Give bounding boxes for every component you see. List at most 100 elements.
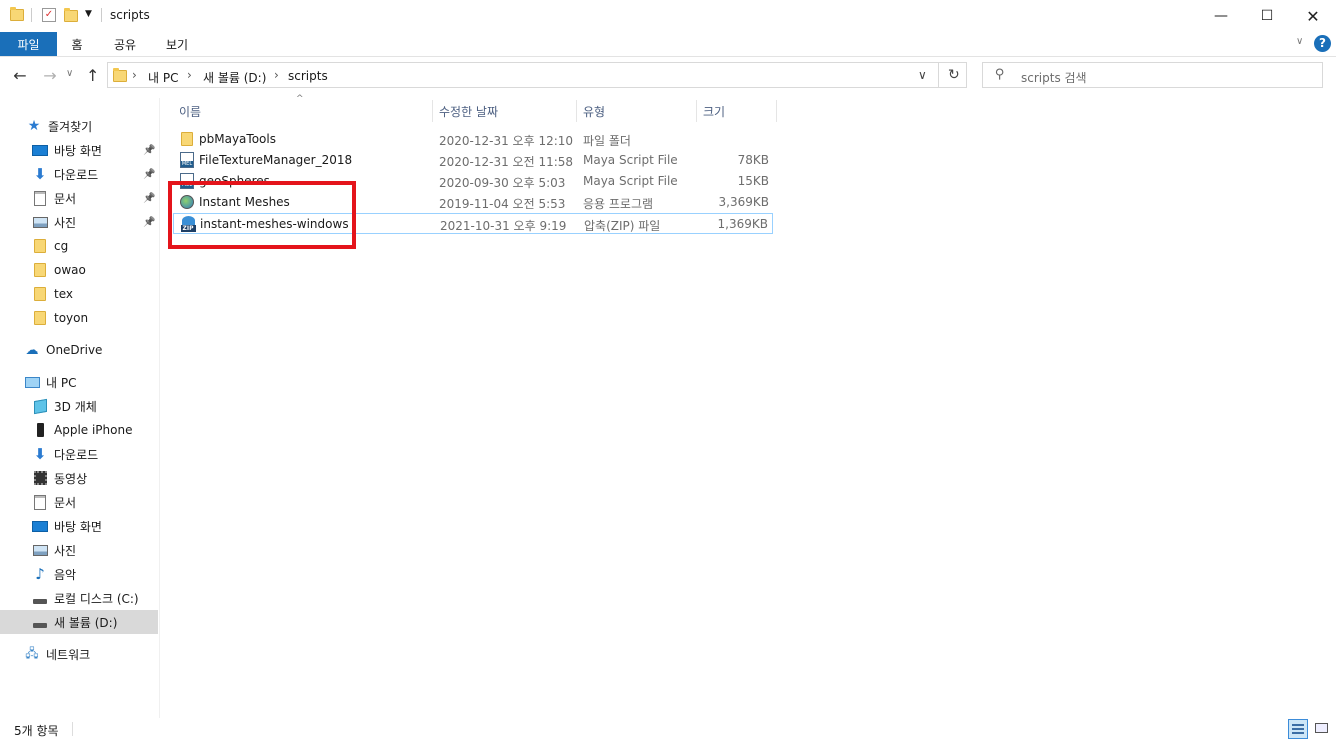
file-size: 3,369KB bbox=[718, 195, 769, 209]
sidebar-item-label: 사진 bbox=[54, 215, 77, 230]
pane-divider[interactable] bbox=[159, 98, 160, 718]
pin-icon[interactable]: 📌 bbox=[143, 145, 155, 156]
help-icon[interactable]: ? bbox=[1314, 35, 1331, 52]
refresh-icon[interactable]: ↻ bbox=[948, 67, 960, 83]
sidebar-item-pc[interactable]: 문서 bbox=[0, 490, 158, 514]
breadcrumb-this-pc[interactable]: 내 PC bbox=[148, 69, 178, 86]
sidebar-item-label: 문서 bbox=[54, 495, 77, 510]
sidebar-item-this-pc[interactable]: 내 PC bbox=[0, 370, 158, 394]
large-icons-view-button[interactable] bbox=[1312, 719, 1332, 739]
document-icon bbox=[32, 190, 48, 206]
search-icon: ⚲ bbox=[995, 67, 1005, 82]
sidebar-item-pc[interactable]: ♪ 음악 bbox=[0, 562, 158, 586]
sidebar-item-quick[interactable]: 바탕 화면 📌 bbox=[0, 138, 158, 162]
breadcrumb-scripts[interactable]: scripts bbox=[288, 69, 328, 83]
tab-home[interactable]: 홈 bbox=[60, 32, 94, 56]
computer-icon bbox=[24, 374, 40, 390]
sidebar-item-network[interactable]: 🖧 네트워크 bbox=[0, 642, 158, 666]
sidebar-item-label: 음악 bbox=[54, 567, 77, 582]
pin-icon[interactable]: 📌 bbox=[143, 217, 155, 228]
sidebar-item-quick[interactable]: owao bbox=[0, 258, 158, 282]
sidebar-item-label: owao bbox=[54, 263, 86, 277]
file-date: 2020-09-30 오후 5:03 bbox=[439, 176, 566, 190]
music-icon: ♪ bbox=[35, 565, 45, 583]
sidebar-item-quick[interactable]: tex bbox=[0, 282, 158, 306]
recent-locations-icon[interactable]: ∨ bbox=[66, 68, 73, 79]
close-button[interactable]: ✕ bbox=[1290, 0, 1336, 32]
sidebar-item-label: 다운로드 bbox=[54, 447, 99, 462]
cloud-icon: ☁ bbox=[25, 342, 39, 358]
sidebar-item-label: 새 볼륨 (D:) bbox=[54, 615, 118, 630]
column-header-type[interactable]: 유형 bbox=[577, 100, 697, 122]
up-button[interactable]: ↑ bbox=[86, 66, 99, 85]
sidebar-item-pc[interactable]: 사진 bbox=[0, 538, 158, 562]
separator bbox=[31, 8, 32, 22]
column-header-size[interactable]: 크기 bbox=[697, 100, 777, 122]
minimize-button[interactable]: — bbox=[1198, 0, 1244, 32]
sidebar-item-pc[interactable]: Apple iPhone bbox=[0, 418, 158, 442]
chevron-right-icon[interactable]: › bbox=[132, 68, 137, 82]
sidebar-item-pc[interactable]: ⬇ 다운로드 bbox=[0, 442, 158, 466]
sidebar-item-label: 문서 bbox=[54, 191, 77, 206]
file-row[interactable]: pbMayaTools 2020-12-31 오후 12:10 파일 폴더 bbox=[173, 129, 773, 150]
details-view-button[interactable] bbox=[1288, 719, 1308, 739]
sidebar-item-quick-access[interactable]: ★ 즐겨찾기 bbox=[0, 114, 158, 138]
sidebar-item-label: OneDrive bbox=[46, 343, 103, 357]
sidebar-item-quick[interactable]: cg bbox=[0, 234, 158, 258]
sidebar-item-pc[interactable]: 로컬 디스크 (C:) bbox=[0, 586, 158, 610]
sidebar-item-label: 다운로드 bbox=[54, 167, 99, 182]
tab-file[interactable]: 파일 bbox=[0, 32, 57, 56]
file-size: 15KB bbox=[737, 174, 769, 188]
separator bbox=[938, 63, 939, 87]
sidebar-item-onedrive[interactable]: ☁ OneDrive bbox=[0, 338, 158, 362]
sidebar-item-pc[interactable]: 새 볼륨 (D:) bbox=[0, 610, 158, 634]
sidebar-item-pc[interactable]: 동영상 bbox=[0, 466, 158, 490]
desktop-icon bbox=[32, 518, 48, 534]
new-folder-icon[interactable] bbox=[64, 8, 78, 22]
navigation-pane: ★ 즐겨찾기 바탕 화면 📌 ⬇ 다운로드 📌 문서 📌 사진 📌 cg owao tex toyon … bbox=[0, 98, 158, 718]
forward-button[interactable]: → bbox=[40, 66, 60, 86]
address-dropdown-icon[interactable]: ∨ bbox=[918, 68, 927, 82]
sidebar-item-quick[interactable]: 문서 📌 bbox=[0, 186, 158, 210]
folder-icon bbox=[179, 131, 195, 147]
properties-icon[interactable]: ✓ bbox=[42, 8, 56, 22]
pictures-icon bbox=[32, 542, 48, 558]
file-type: Maya Script File bbox=[583, 174, 678, 188]
file-name: FileTextureManager_2018 bbox=[199, 153, 353, 167]
customize-toolbar-icon[interactable]: ▼ bbox=[85, 9, 92, 19]
chevron-right-icon[interactable]: › bbox=[274, 68, 279, 82]
pictures-icon bbox=[32, 214, 48, 230]
pin-icon[interactable]: 📌 bbox=[143, 193, 155, 204]
sidebar-item-pc[interactable]: 3D 개체 bbox=[0, 394, 158, 418]
sidebar-item-pc[interactable]: 바탕 화면 bbox=[0, 514, 158, 538]
file-name: pbMayaTools bbox=[199, 132, 276, 146]
tab-view[interactable]: 보기 bbox=[156, 32, 198, 56]
breadcrumb-volume-d[interactable]: 새 볼륨 (D:) bbox=[203, 69, 266, 86]
pin-icon[interactable]: 📌 bbox=[143, 169, 155, 180]
document-icon bbox=[32, 494, 48, 510]
expand-ribbon-icon[interactable]: ∨ bbox=[1296, 36, 1303, 47]
sidebar-item-label: 즐겨찾기 bbox=[48, 119, 93, 134]
sidebar-item-quick[interactable]: ⬇ 다운로드 📌 bbox=[0, 162, 158, 186]
sidebar-item-quick[interactable]: toyon bbox=[0, 306, 158, 330]
back-button[interactable]: ← bbox=[10, 66, 30, 86]
search-box[interactable]: ⚲ scripts 검색 bbox=[982, 62, 1323, 88]
maximize-button[interactable]: ☐ bbox=[1244, 0, 1290, 32]
tab-share[interactable]: 공유 bbox=[104, 32, 146, 56]
star-icon: ★ bbox=[27, 118, 41, 134]
highlight-box bbox=[168, 181, 356, 249]
column-header-name[interactable]: 이름 bbox=[173, 100, 433, 122]
3d-objects-icon bbox=[32, 398, 48, 414]
folder-icon bbox=[10, 7, 24, 21]
chevron-right-icon[interactable]: › bbox=[187, 68, 192, 82]
file-date: 2019-11-04 오전 5:53 bbox=[439, 197, 566, 211]
desktop-icon bbox=[32, 142, 48, 158]
sidebar-item-label: 동영상 bbox=[54, 471, 88, 486]
video-icon bbox=[32, 470, 48, 486]
file-row[interactable]: MEL FileTextureManager_2018 2020-12-31 오전 … bbox=[173, 150, 773, 171]
address-bar[interactable]: › 내 PC › 새 볼륨 (D:) › scripts ∨ ↻ bbox=[107, 62, 967, 88]
sidebar-item-quick[interactable]: 사진 📌 bbox=[0, 210, 158, 234]
ribbon-tabs: 파일 홈 공유 보기 ∨ ? bbox=[0, 32, 1336, 57]
column-header-date[interactable]: 수정한 날짜 bbox=[433, 100, 577, 122]
file-type: 응용 프로그램 bbox=[583, 197, 654, 211]
